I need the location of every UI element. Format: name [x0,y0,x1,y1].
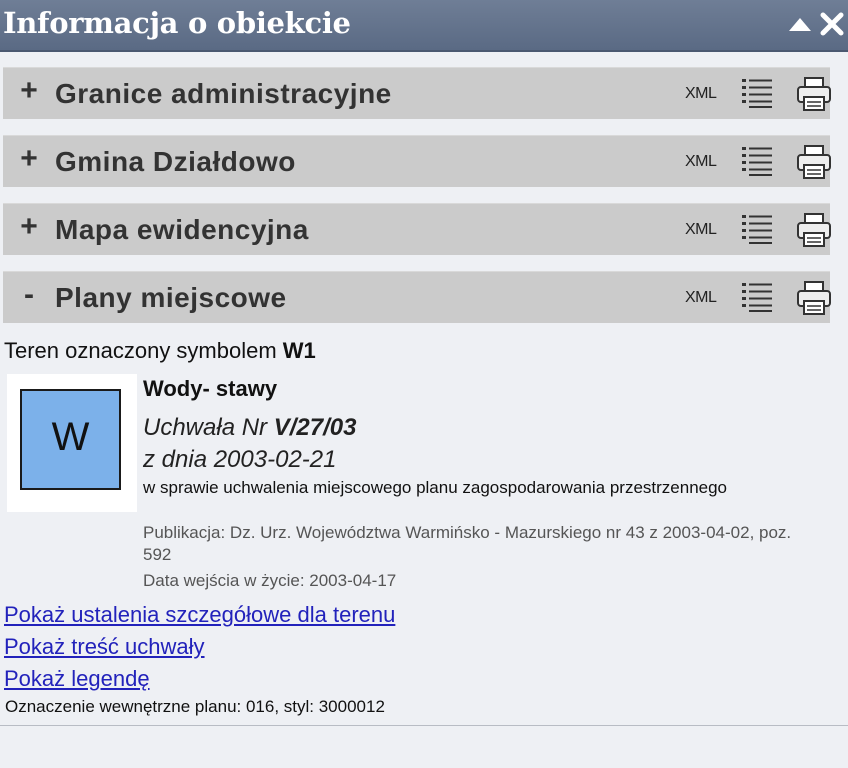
section-granice-administracyjne[interactable]: + Granice administracyjne XML [3,67,832,119]
printer-icon[interactable] [796,76,832,112]
symbol-value: W1 [282,338,316,363]
area-name: Wody- stawy [143,376,278,401]
xml-button[interactable]: XML [685,221,717,239]
resolution-number-value: V/27/03 [273,414,357,441]
show-resolution-text-link[interactable]: Pokaż treść uchwały [4,634,205,660]
xml-button[interactable]: XML [685,289,717,307]
window-title: Informacja o obiekcie [3,6,351,40]
object-info-window: Informacja o obiekcie + Granice administ… [0,0,848,768]
legend-letter: W [51,415,90,459]
list-icon[interactable] [740,212,774,246]
resolution-date: z dnia 2003-02-21 [143,446,337,473]
publication-info: Publikacja: Dz. Urz. Województwa Warmińs… [143,523,792,564]
section-label[interactable]: Granice administracyjne [55,78,392,110]
section-label[interactable]: Gmina Działdowo [55,146,296,178]
expand-toggle[interactable]: + [18,74,40,108]
printer-icon[interactable] [796,212,832,248]
section-label[interactable]: Mapa ewidencyjna [55,214,309,246]
section-plany-miejscowe[interactable]: - Plany miejscowe XML [3,271,832,323]
list-icon[interactable] [740,76,774,110]
internal-designation: Oznaczenie wewnętrzne planu: 016, styl: … [5,697,385,716]
legend-swatch: W [20,389,121,490]
legend-thumbnail: W [7,374,137,512]
xml-button[interactable]: XML [685,85,717,103]
entry-into-force: Data wejścia w życie: 2003-04-17 [143,571,397,590]
resolution-subject: w sprawie uchwalenia miejscowego planu z… [143,478,728,497]
list-icon[interactable] [740,280,774,314]
collapse-toggle[interactable]: - [18,278,40,312]
symbol-line: Teren oznaczony symbolem W1 [4,338,316,364]
section-mapa-ewidencyjna[interactable]: + Mapa ewidencyjna XML [3,203,832,255]
resolution-prefix: Uchwała Nr [143,414,274,441]
xml-button[interactable]: XML [685,153,717,171]
section-gmina-dzialdowo[interactable]: + Gmina Działdowo XML [3,135,832,187]
bottom-divider [0,725,848,726]
printer-icon[interactable] [796,280,832,316]
close-icon[interactable] [818,10,846,38]
resolution-number: Uchwała Nr V/27/03 [143,414,823,442]
printer-icon[interactable] [796,144,832,180]
title-bar: Informacja o obiekcie [0,0,848,52]
show-details-link[interactable]: Pokaż ustalenia szczegółowe dla terenu [4,602,395,628]
show-legend-link[interactable]: Pokaż legendę [4,666,150,692]
section-label[interactable]: Plany miejscowe [55,282,287,314]
collapse-icon[interactable] [786,10,814,38]
symbol-prefix: Teren oznaczony symbolem [4,338,283,363]
expand-toggle[interactable]: + [18,210,40,244]
list-icon[interactable] [740,144,774,178]
expand-toggle[interactable]: + [18,142,40,176]
